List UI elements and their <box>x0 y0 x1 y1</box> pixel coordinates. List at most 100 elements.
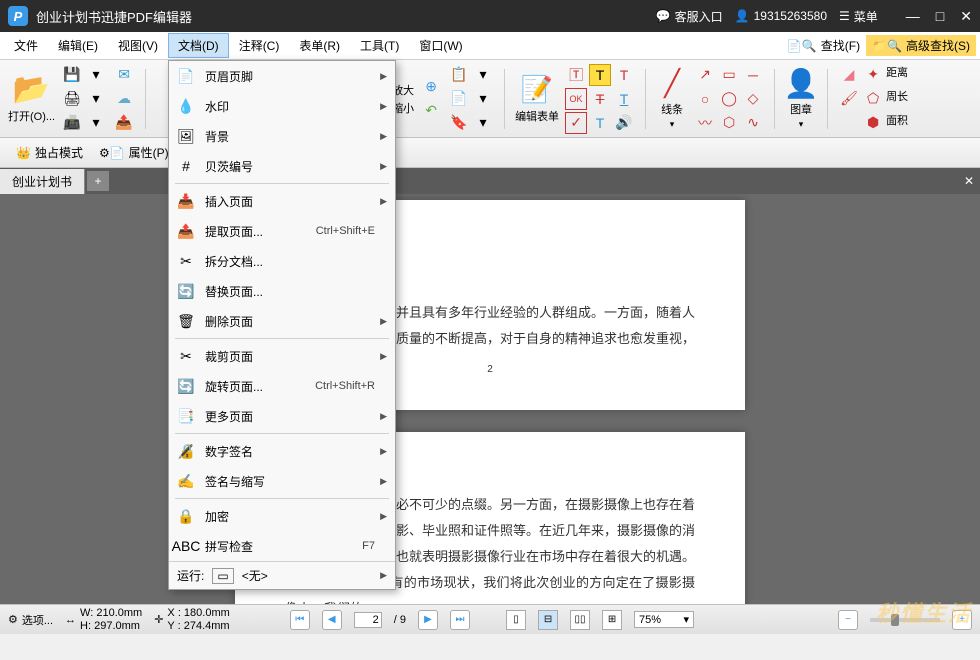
menu-item[interactable]: 📥插入页面▶ <box>169 186 395 216</box>
stamp-button[interactable]: 👤 图章▾ <box>785 67 817 130</box>
last-page-button[interactable]: ⏭ <box>450 610 470 630</box>
dropdown-icon[interactable]: ▾ <box>85 64 107 86</box>
menu-form[interactable]: 表单(R) <box>289 33 350 58</box>
add-tab-button[interactable]: + <box>87 171 109 191</box>
checkbox-icon[interactable]: ✓ <box>565 112 587 134</box>
menu-item[interactable]: 📄页眉页脚▶ <box>169 61 395 91</box>
sound-icon[interactable]: 🔊 <box>613 112 635 134</box>
menu-item[interactable]: 🖼背景▶ <box>169 121 395 151</box>
dropdown-icon[interactable]: ▾ <box>85 88 107 110</box>
account-label[interactable]: 👤 19315263580 <box>735 9 827 23</box>
export-icon[interactable]: 📤 <box>113 112 135 134</box>
exclusive-mode-button[interactable]: 👑 独占模式 <box>8 142 91 163</box>
paste-text-icon[interactable]: 📄 <box>448 88 470 110</box>
two-page-icon[interactable]: ▯▯ <box>570 610 590 630</box>
dropdown-icon[interactable]: ▾ <box>472 64 494 86</box>
menu-file[interactable]: 文件 <box>4 33 48 58</box>
brush-icon[interactable]: 🖌 <box>838 88 860 110</box>
cloud-icon[interactable]: ☁ <box>113 88 135 110</box>
document-tab[interactable]: 创业计划书 <box>0 169 85 194</box>
print-icon[interactable]: 🖨 <box>61 88 83 110</box>
rect-icon[interactable]: ▭ <box>718 64 740 86</box>
area-icon[interactable]: ⬢ <box>862 112 884 134</box>
menu-item[interactable]: 🔄替换页面... <box>169 276 395 306</box>
measure-icon[interactable]: ✦ <box>862 64 884 86</box>
menu-item[interactable]: ✍签名与缩写▶ <box>169 466 395 496</box>
line-tool-button[interactable]: ╱ 线条▾ <box>656 67 688 130</box>
menu-item[interactable]: 🔏数字签名▶ <box>169 436 395 466</box>
shape-icon[interactable]: ◇ <box>742 88 764 110</box>
menu-item-icon: ✍ <box>177 472 195 490</box>
options-button[interactable]: ⚙ 选项... <box>8 612 53 628</box>
zoomin-icon[interactable]: ⊕ <box>420 76 442 98</box>
menu-item[interactable]: 🔒加密▶ <box>169 501 395 531</box>
dropdown-icon[interactable]: ▾ <box>472 88 494 110</box>
close-tab-button[interactable]: ✕ <box>964 174 974 188</box>
edit-form-button[interactable]: 📝 编辑表单 <box>515 74 559 124</box>
menu-item[interactable]: ✂拆分文档... <box>169 246 395 276</box>
zoom-out-button[interactable]: − <box>838 610 858 630</box>
submenu-arrow-icon: ▶ <box>380 446 387 457</box>
page-input[interactable] <box>354 612 382 628</box>
zoom-select[interactable]: 75%▾ <box>634 611 694 628</box>
highlight-icon[interactable]: T <box>589 64 611 86</box>
curve-icon[interactable]: ∿ <box>742 112 764 134</box>
text-icon[interactable]: T <box>613 64 635 86</box>
line-icon[interactable]: ─ <box>742 64 764 86</box>
continuous-icon[interactable]: ⊟ <box>538 610 558 630</box>
single-page-icon[interactable]: ▯ <box>506 610 526 630</box>
underline-icon[interactable]: T <box>613 88 635 110</box>
menu-item[interactable]: 📑更多页面▶ <box>169 401 395 431</box>
menu-item[interactable]: ABC拼写检查F7 <box>169 531 395 561</box>
prev-page-button[interactable]: ◀ <box>322 610 342 630</box>
submenu-arrow-icon: ▶ <box>380 351 387 362</box>
eraser-icon[interactable]: ◢ <box>838 64 860 86</box>
textbox-icon[interactable]: 🅃 <box>565 64 587 86</box>
menu-document[interactable]: 文档(D) <box>168 33 229 58</box>
menu-button[interactable]: ☰ 菜单 <box>839 8 878 25</box>
run-selector[interactable]: 运行: ▭ <无> ▶ <box>169 561 395 589</box>
advanced-find-button[interactable]: 📁🔍 高级查找(S) <box>866 35 976 56</box>
two-continuous-icon[interactable]: ⊞ <box>602 610 622 630</box>
dropdown-icon[interactable]: ▾ <box>472 112 494 134</box>
email-icon[interactable]: ✉ <box>113 64 135 86</box>
menu-item[interactable]: 💧水印▶ <box>169 91 395 121</box>
close-icon[interactable]: ✕ <box>960 8 972 25</box>
menu-item[interactable]: 🔄旋转页面...Ctrl+Shift+R <box>169 371 395 401</box>
undo-icon[interactable]: ↶ <box>420 100 442 122</box>
menu-edit[interactable]: 编辑(E) <box>48 33 108 58</box>
open-button[interactable]: 📂 打开(O)... <box>8 74 55 124</box>
cursor-pos: ✛ X : 180.0mmY : 274.4mm <box>154 607 230 631</box>
first-page-button[interactable]: ⏮ <box>290 610 310 630</box>
menu-item-label: 删除页面 <box>205 313 370 330</box>
perimeter-icon[interactable]: ⬠ <box>862 88 884 110</box>
arrow-icon[interactable]: ↗ <box>694 64 716 86</box>
stamp-icon[interactable]: 🔖 <box>448 112 470 134</box>
find-button[interactable]: 📄🔍 查找(F) <box>781 35 866 56</box>
polyline-icon[interactable]: 〰 <box>694 112 716 134</box>
text-blue-icon[interactable]: T <box>589 112 611 134</box>
save-icon[interactable]: 💾 <box>61 64 83 86</box>
polygon-icon[interactable]: ⬡ <box>718 112 740 134</box>
circle-icon[interactable]: ◯ <box>718 88 740 110</box>
menu-tool[interactable]: 工具(T) <box>350 33 409 58</box>
scan-icon[interactable]: 📠 <box>61 112 83 134</box>
pencil-icon[interactable] <box>838 112 860 134</box>
dropdown-icon[interactable]: ▾ <box>85 112 107 134</box>
next-page-button[interactable]: ▶ <box>418 610 438 630</box>
menu-item[interactable]: ✂裁剪页面▶ <box>169 341 395 371</box>
menu-view[interactable]: 视图(V) <box>108 33 168 58</box>
ellipse-icon[interactable]: ○ <box>694 88 716 110</box>
support-link[interactable]: 💬 客服入口 <box>656 8 723 25</box>
menu-item[interactable]: 📤提取页面...Ctrl+Shift+E <box>169 216 395 246</box>
menu-item[interactable]: 🗑删除页面▶ <box>169 306 395 336</box>
document-menu-dropdown: 📄页眉页脚▶💧水印▶🖼背景▶#贝茨编号▶ 📥插入页面▶📤提取页面...Ctrl+S… <box>168 60 396 590</box>
minimize-icon[interactable]: — <box>906 8 920 25</box>
maximize-icon[interactable]: □ <box>936 8 944 25</box>
menu-item[interactable]: #贝茨编号▶ <box>169 151 395 181</box>
strike-icon[interactable]: T <box>589 88 611 110</box>
menu-comment[interactable]: 注释(C) <box>229 33 290 58</box>
button-icon[interactable]: OK <box>565 88 587 110</box>
copy-icon[interactable]: 📋 <box>448 64 470 86</box>
menu-window[interactable]: 窗口(W) <box>409 33 472 58</box>
